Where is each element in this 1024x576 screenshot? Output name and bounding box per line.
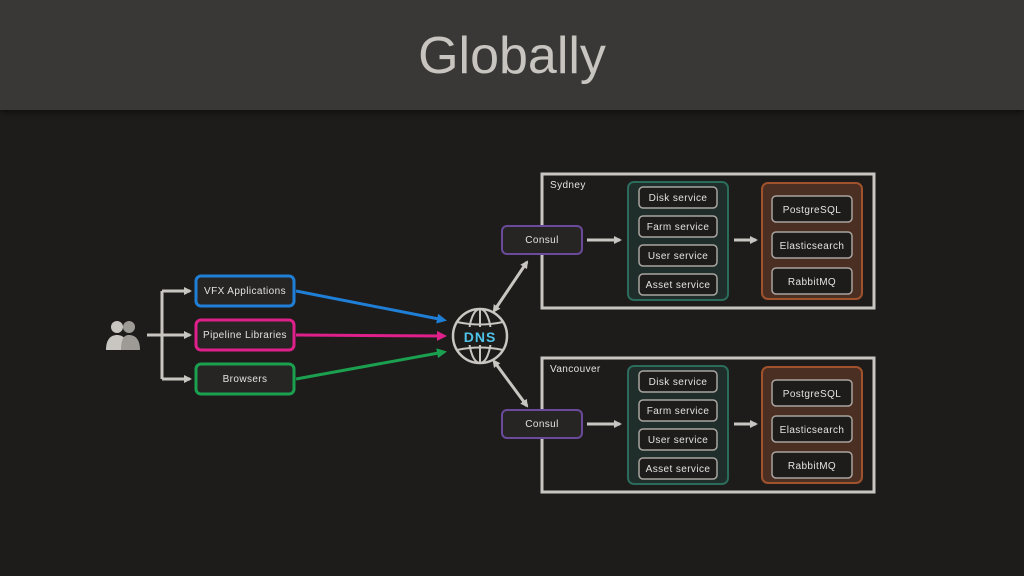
client-vfx-applications: VFX Applications [194,274,296,308]
users-icon [106,321,140,350]
services-group: Disk service Farm service User service A… [627,181,729,301]
service-item: User service [638,244,718,267]
service-item: Farm service [638,399,718,422]
client-pipeline-libraries: Pipeline Libraries [194,318,296,352]
region-name: Vancouver [550,364,601,375]
consul-node: Consul [501,225,583,255]
svg-text:Asset service: Asset service [646,280,711,291]
browsers-to-dns-arrow [295,348,447,381]
datastore-item: PostgreSQL [771,195,853,223]
svg-text:Farm service: Farm service [647,222,710,233]
datastore-item: RabbitMQ [771,267,853,295]
region-vancouver: Vancouver Consul Disk service Farm servi… [501,356,876,494]
architecture-diagram: VFX Applications Pipeline Libraries Brow… [106,172,876,494]
service-item: Disk service [638,370,718,393]
service-item: Asset service [638,457,718,480]
datastore-item: PostgreSQL [771,379,853,407]
dns-label: DNS [464,329,497,345]
datastore-item: Elasticsearch [771,415,853,443]
region-sydney: Sydney Consul Disk service Farm service … [501,172,876,310]
svg-text:RabbitMQ: RabbitMQ [788,277,836,288]
svg-text:Disk service: Disk service [649,193,708,204]
services-group: Disk service Farm service User service A… [627,365,729,485]
svg-text:Elasticsearch: Elasticsearch [780,241,845,252]
client-label: Pipeline Libraries [203,330,287,341]
consul-label: Consul [525,235,559,246]
consul-node: Consul [501,409,583,439]
client-label: VFX Applications [204,286,286,297]
service-item: Disk service [638,186,718,209]
datastore-item: Elasticsearch [771,231,853,259]
dns-vancouver-consul-link [492,359,529,408]
service-item: Asset service [638,273,718,296]
service-item: Farm service [638,215,718,238]
consul-label: Consul [525,419,559,430]
svg-text:Elasticsearch: Elasticsearch [780,425,845,436]
client-browsers: Browsers [194,362,296,396]
svg-text:Disk service: Disk service [649,377,708,388]
svg-text:User service: User service [648,435,708,446]
pipeline-to-dns-arrow [295,330,447,341]
datastore-item: RabbitMQ [771,451,853,479]
users-fanout-connector [147,287,192,383]
region-name: Sydney [550,180,586,191]
svg-text:User service: User service [648,251,708,262]
service-item: User service [638,428,718,451]
datastores-group: PostgreSQL Elasticsearch RabbitMQ [761,182,863,300]
svg-text:PostgreSQL: PostgreSQL [783,205,842,216]
svg-text:Asset service: Asset service [646,464,711,475]
client-label: Browsers [223,374,268,385]
dns-sydney-consul-link [492,260,529,313]
datastores-group: PostgreSQL Elasticsearch RabbitMQ [761,366,863,484]
svg-text:PostgreSQL: PostgreSQL [783,389,842,400]
svg-text:RabbitMQ: RabbitMQ [788,461,836,472]
vfx-to-dns-arrow [295,289,447,324]
svg-text:Farm service: Farm service [647,406,710,417]
